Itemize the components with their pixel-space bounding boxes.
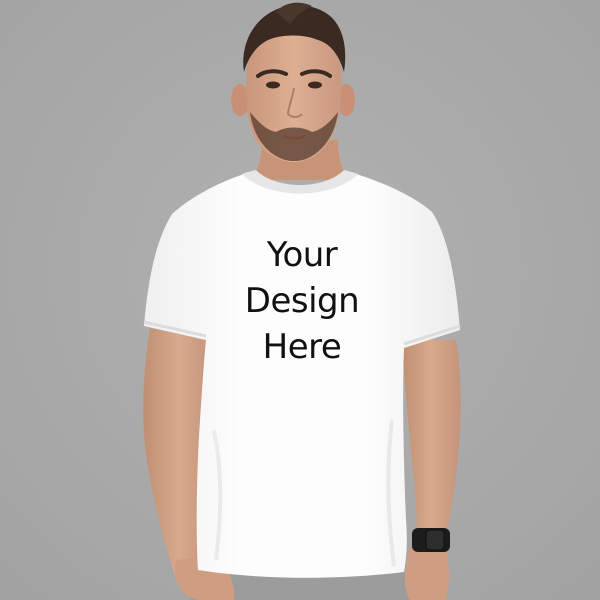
design-placeholder-line-3: Here bbox=[262, 327, 342, 367]
design-placeholder-line-1: Your bbox=[266, 235, 338, 275]
product-mockup: Your Design Here bbox=[0, 0, 600, 600]
design-placeholder-line-2: Design bbox=[244, 281, 360, 321]
right-hand bbox=[404, 548, 449, 600]
wristwatch-icon bbox=[412, 528, 450, 552]
left-eye bbox=[266, 81, 280, 89]
right-eye bbox=[308, 81, 322, 89]
